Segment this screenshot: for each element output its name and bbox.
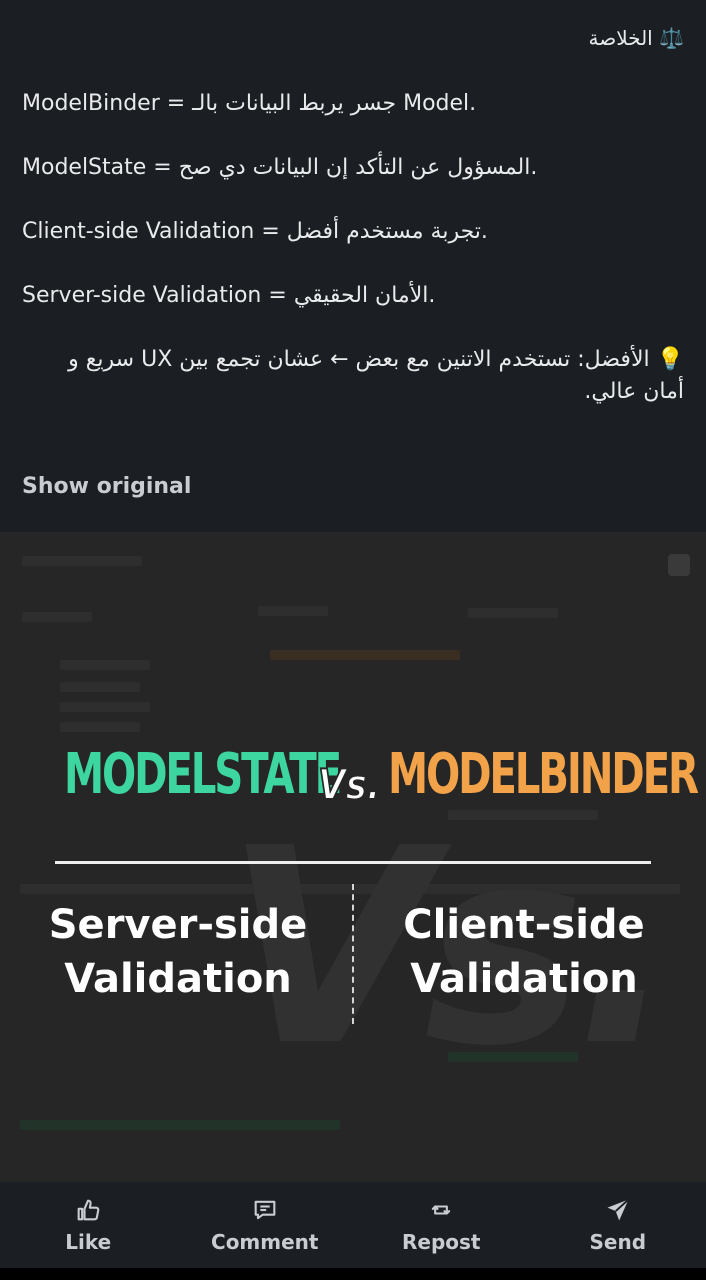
show-original-link[interactable]: Show original bbox=[22, 474, 191, 499]
banner-title-modelstate: MODELSTATE bbox=[64, 742, 342, 807]
post-image[interactable]: Vs. bbox=[0, 532, 706, 1182]
background-decoration bbox=[60, 682, 140, 692]
like-button[interactable]: Like bbox=[18, 1196, 158, 1254]
background-decoration bbox=[60, 660, 150, 670]
banner-column-divider bbox=[352, 884, 354, 1024]
banner-server-side-label: Server-side Validation bbox=[48, 902, 308, 1002]
comment-icon bbox=[254, 1200, 276, 1220]
send-button[interactable]: Send bbox=[548, 1196, 688, 1254]
background-decoration bbox=[468, 608, 558, 618]
system-nav-strip bbox=[0, 1268, 706, 1280]
background-decoration bbox=[60, 722, 140, 732]
send-icon bbox=[607, 1198, 629, 1221]
post-text-area: ⚖️ الخلاصة ModelBinder = جسر يربط البيان… bbox=[0, 0, 706, 532]
background-decoration bbox=[258, 606, 328, 616]
thumbs-up-icon bbox=[77, 1199, 100, 1221]
repost-icon bbox=[432, 1205, 451, 1215]
like-label: Like bbox=[65, 1230, 112, 1254]
post-paragraph: Server-side Validation = الأمان الحقيقي. bbox=[22, 283, 436, 308]
repost-label: Repost bbox=[402, 1230, 481, 1254]
banner-client-side-label: Client-side Validation bbox=[403, 902, 645, 1002]
post-paragraph: Client-side Validation = تجربة مستخدم أف… bbox=[22, 219, 488, 244]
background-decoration bbox=[22, 612, 92, 622]
repost-button[interactable]: Repost bbox=[371, 1196, 511, 1254]
comment-button[interactable]: Comment bbox=[195, 1196, 335, 1254]
comment-label: Comment bbox=[211, 1230, 319, 1254]
send-label: Send bbox=[589, 1230, 647, 1254]
background-decoration bbox=[668, 554, 690, 576]
background-decoration bbox=[20, 1120, 340, 1130]
post-action-bar: Like Comment Repost Send bbox=[0, 1182, 706, 1268]
post-heading: ⚖️ الخلاصة bbox=[588, 26, 684, 50]
post-paragraph: 💡 الأفضل: تستخدم الاتنين مع بعض ← عشان ت… bbox=[68, 347, 684, 404]
background-decoration bbox=[60, 702, 150, 712]
banner-divider-line bbox=[55, 861, 651, 864]
background-decoration bbox=[22, 556, 142, 566]
background-decoration bbox=[270, 650, 460, 660]
banner-title-vs: Vs. bbox=[317, 759, 381, 810]
post-paragraph: ModelBinder = جسر يربط البيانات بالـ Mod… bbox=[22, 91, 477, 116]
post-paragraph: ModelState = المسؤول عن التأكد إن البيان… bbox=[22, 155, 538, 180]
banner-title-modelbinder: MODELBINDER bbox=[388, 742, 699, 807]
